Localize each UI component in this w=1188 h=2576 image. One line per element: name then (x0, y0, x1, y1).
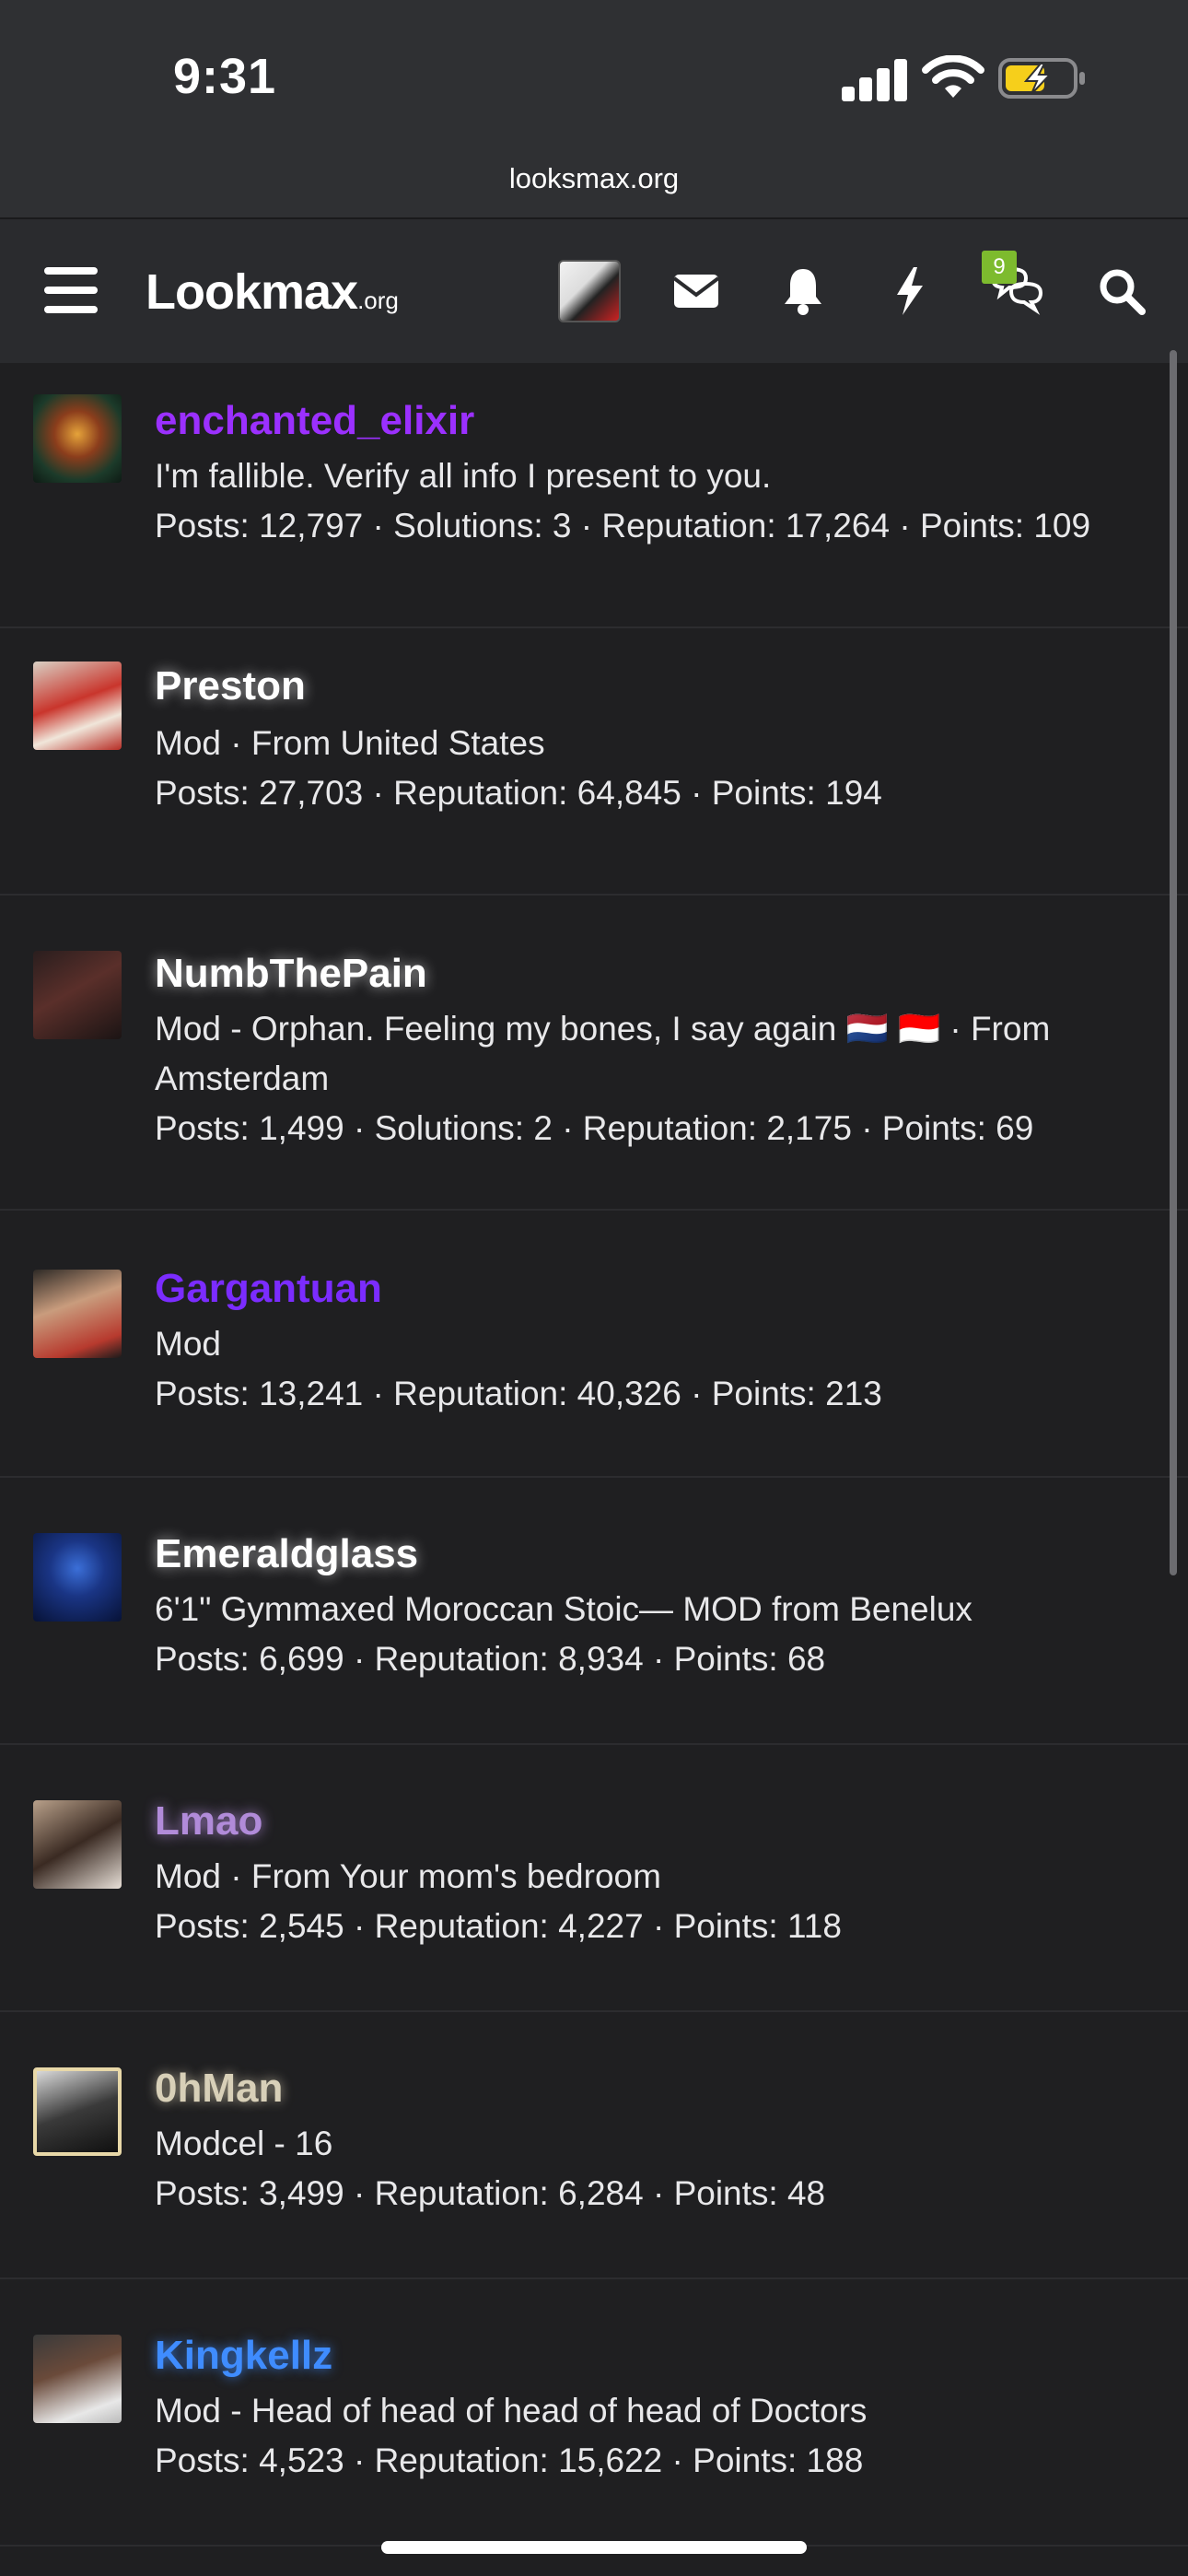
user-avatar[interactable] (558, 260, 621, 322)
member-subtitle: Mod · From United States (155, 724, 545, 762)
avatar[interactable] (33, 394, 122, 483)
avatar[interactable] (33, 662, 122, 750)
username[interactable]: Gargantuan (155, 1266, 382, 1312)
member-stats: Posts: 3,499 · Reputation: 6,284 · Point… (155, 2174, 826, 2212)
site-header: Lookmax.org (0, 217, 1188, 363)
member-list: enchanted_elixir I'm fallible. Verify al… (0, 361, 1188, 2547)
logo-text: Lookmax (146, 264, 358, 320)
bell-icon[interactable] (774, 262, 833, 321)
member-stats: Posts: 13,241 · Reputation: 40,326 · Poi… (155, 1375, 882, 1412)
username[interactable]: Preston (155, 663, 306, 709)
battery-charging-icon (998, 58, 1085, 99)
mail-icon[interactable] (667, 262, 726, 321)
browser-url[interactable]: looksmax.org (0, 162, 1188, 195)
avatar[interactable] (33, 951, 122, 1039)
member-stats: Posts: 27,703 · Reputation: 64,845 · Poi… (155, 774, 882, 812)
member-stats: Posts: 1,499 · Solutions: 2 · Reputation… (155, 1109, 1034, 1147)
list-item[interactable]: Lmao Mod · From Your mom's bedroom Posts… (0, 1745, 1188, 2012)
menu-icon[interactable] (44, 267, 98, 313)
username[interactable]: enchanted_elixir (155, 398, 474, 444)
status-time: 9:31 (173, 49, 277, 104)
logo-suffix: .org (357, 287, 399, 314)
username[interactable]: Emeraldglass (155, 1531, 418, 1577)
avatar[interactable] (33, 1533, 122, 1622)
list-item[interactable]: Preston Mod · From United States Posts: … (0, 628, 1188, 896)
username[interactable]: NumbThePain (155, 951, 427, 997)
home-indicator[interactable] (381, 2541, 807, 2554)
member-subtitle: I'm fallible. Verify all info I present … (155, 457, 772, 495)
list-item[interactable]: NumbThePain Mod - Orphan. Feeling my bon… (0, 896, 1188, 1211)
username[interactable]: 0hMan (155, 2066, 283, 2112)
member-subtitle: 6'1" Gymmaxed Moroccan Stoic— MOD from B… (155, 1590, 973, 1628)
search-icon[interactable] (1092, 262, 1151, 321)
member-stats: Posts: 4,523 · Reputation: 15,622 · Poin… (155, 2441, 864, 2479)
member-stats: Posts: 12,797 · Solutions: 3 · Reputatio… (155, 507, 1091, 544)
username[interactable]: Kingkellz (155, 2333, 332, 2379)
lightning-icon[interactable] (880, 262, 939, 321)
wifi-icon (922, 55, 984, 98)
member-subtitle: Mod · From Your mom's bedroom (155, 1857, 661, 1895)
member-stats: Posts: 2,545 · Reputation: 4,227 · Point… (155, 1907, 842, 1945)
avatar[interactable] (33, 1270, 122, 1358)
avatar[interactable] (33, 2335, 122, 2423)
member-subtitle: Mod - Head of head of head of head of Do… (155, 2392, 868, 2430)
list-item[interactable]: 0hMan Modcel - 16 Posts: 3,499 · Reputat… (0, 2012, 1188, 2279)
conversations-badge: 9 (982, 251, 1017, 284)
member-subtitle: Mod - Orphan. Feeling my bones, I say ag… (155, 1010, 1051, 1048)
list-item[interactable]: Emeraldglass 6'1" Gymmaxed Moroccan Stoi… (0, 1478, 1188, 1745)
list-item[interactable]: enchanted_elixir I'm fallible. Verify al… (0, 361, 1188, 628)
list-item[interactable]: Kingkellz Mod - Head of head of head of … (0, 2279, 1188, 2547)
member-subtitle-line-2: Amsterdam (155, 1060, 330, 1097)
avatar[interactable] (33, 2067, 122, 2156)
username[interactable]: Lmao (155, 1798, 262, 1844)
list-item[interactable]: Gargantuan Mod Posts: 13,241 · Reputatio… (0, 1211, 1188, 1478)
member-subtitle: Modcel - 16 (155, 2125, 333, 2162)
member-subtitle: Mod (155, 1325, 221, 1363)
avatar[interactable] (33, 1800, 122, 1889)
scrollbar[interactable] (1170, 350, 1177, 1575)
site-logo[interactable]: Lookmax.org (146, 263, 399, 321)
status-bar: 9:31 (0, 0, 1188, 158)
cellular-signal-icon (842, 59, 907, 101)
member-stats: Posts: 6,699 · Reputation: 8,934 · Point… (155, 1640, 826, 1678)
